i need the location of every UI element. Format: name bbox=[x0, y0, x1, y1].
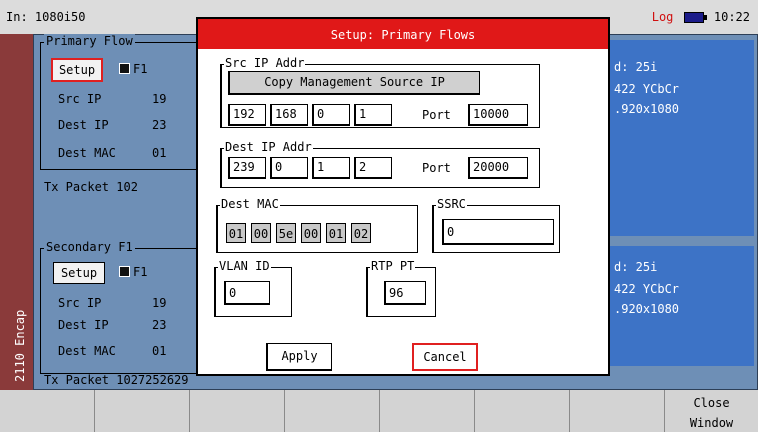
battery-icon bbox=[683, 12, 707, 23]
dest-ip-octet-2[interactable]: 0 bbox=[270, 157, 308, 179]
dest-ip-octet-1[interactable]: 239 bbox=[228, 157, 266, 179]
secondary-info-format: d: 25i bbox=[614, 260, 658, 274]
secondary-tx-packet: Tx Packet 1027252629 bbox=[44, 373, 189, 387]
primary-enable-checkbox[interactable] bbox=[119, 63, 130, 74]
src-ip-octet-3[interactable]: 0 bbox=[312, 104, 350, 126]
src-port-label: Port bbox=[422, 108, 451, 122]
primary-dest-ip-value: 23 bbox=[152, 118, 167, 132]
softkey-5[interactable] bbox=[380, 390, 475, 432]
softkey-bar: Close Window bbox=[0, 390, 758, 432]
log-indicator[interactable]: Log bbox=[652, 10, 674, 24]
primary-info-resolution: .920x1080 bbox=[614, 102, 680, 116]
close-window-line2: Window bbox=[689, 416, 734, 430]
primary-src-ip-value: 19 bbox=[152, 92, 167, 106]
dest-mac-byte-6[interactable]: 02 bbox=[351, 223, 371, 243]
primary-checkbox-label: F1 bbox=[133, 62, 148, 76]
input-format: In: 1080i50 bbox=[6, 10, 86, 24]
status-right: Log 10:22 bbox=[652, 10, 750, 24]
src-port-field[interactable]: 10000 bbox=[468, 104, 528, 126]
secondary-src-ip-value: 19 bbox=[152, 296, 167, 310]
dest-mac-byte-2[interactable]: 00 bbox=[251, 223, 271, 243]
primary-info-format: d: 25i bbox=[614, 60, 658, 74]
secondary-enable-checkbox[interactable] bbox=[119, 266, 130, 277]
rtp-pt-field[interactable]: 96 bbox=[384, 281, 426, 305]
clock: 10:22 bbox=[713, 10, 750, 24]
vlan-field[interactable]: 0 bbox=[224, 281, 270, 305]
dest-mac-byte-3[interactable]: 5e bbox=[276, 223, 296, 243]
src-ip-octet-2[interactable]: 168 bbox=[270, 104, 308, 126]
dest-mac-byte-1[interactable]: 01 bbox=[226, 223, 246, 243]
dest-mac-group-title: Dest MAC bbox=[220, 197, 280, 211]
secondary-info-resolution: .920x1080 bbox=[614, 302, 680, 316]
dest-ip-octet-3[interactable]: 1 bbox=[312, 157, 350, 179]
primary-src-ip-label: Src IP bbox=[58, 92, 102, 106]
dialog-title: Setup: Primary Flows bbox=[198, 19, 608, 49]
secondary-dest-mac-label: Dest MAC bbox=[58, 344, 116, 358]
primary-dest-ip-label: Dest IP bbox=[58, 118, 109, 132]
side-tab-label: 2110 Encap bbox=[13, 309, 27, 382]
cancel-button[interactable]: Cancel bbox=[412, 343, 478, 371]
primary-dest-mac-label: Dest MAC bbox=[58, 146, 116, 160]
softkey-1[interactable] bbox=[0, 390, 95, 432]
secondary-flow-title: Secondary F1 bbox=[44, 240, 135, 254]
secondary-src-ip-label: Src IP bbox=[58, 296, 102, 310]
primary-flow-title: Primary Flow bbox=[44, 34, 135, 48]
dest-mac-byte-5[interactable]: 01 bbox=[326, 223, 346, 243]
secondary-setup-button[interactable]: Setup bbox=[53, 262, 105, 284]
ssrc-field[interactable]: 0 bbox=[442, 219, 554, 245]
apply-button[interactable]: Apply bbox=[266, 343, 332, 371]
ssrc-group-title: SSRC bbox=[436, 197, 467, 211]
secondary-info-sampling: 422 YCbCr bbox=[614, 282, 680, 296]
primary-info-sampling: 422 YCbCr bbox=[614, 82, 680, 96]
src-ip-group-title: Src IP Addr bbox=[224, 56, 306, 70]
softkey-4[interactable] bbox=[285, 390, 380, 432]
secondary-dest-ip-label: Dest IP bbox=[58, 318, 109, 332]
primary-setup-button[interactable]: Setup bbox=[51, 58, 103, 82]
secondary-dest-ip-value: 23 bbox=[152, 318, 167, 332]
copy-management-ip-button[interactable]: Copy Management Source IP bbox=[228, 71, 480, 95]
secondary-info-panel: d: 25i 422 YCbCr .920x1080 bbox=[600, 246, 754, 366]
src-ip-octet-1[interactable]: 192 bbox=[228, 104, 266, 126]
softkey-6[interactable] bbox=[475, 390, 570, 432]
close-window-softkey[interactable]: Close Window bbox=[665, 390, 758, 432]
softkey-3[interactable] bbox=[190, 390, 285, 432]
primary-tx-packet: Tx Packet 102 bbox=[44, 180, 138, 194]
softkey-2[interactable] bbox=[95, 390, 190, 432]
dest-mac-byte-4[interactable]: 00 bbox=[301, 223, 321, 243]
primary-info-panel: d: 25i 422 YCbCr .920x1080 bbox=[600, 40, 754, 236]
dest-port-label: Port bbox=[422, 161, 451, 175]
softkey-7[interactable] bbox=[570, 390, 665, 432]
vlan-group-title: VLAN ID bbox=[218, 259, 271, 273]
secondary-dest-mac-value: 01 bbox=[152, 344, 167, 358]
side-tab-2110-encap[interactable]: 2110 Encap bbox=[0, 34, 33, 390]
dest-ip-octet-4[interactable]: 2 bbox=[354, 157, 392, 179]
dest-port-field[interactable]: 20000 bbox=[468, 157, 528, 179]
rtp-pt-group-title: RTP PT bbox=[370, 259, 416, 273]
dest-ip-group-title: Dest IP Addr bbox=[224, 140, 313, 154]
setup-dialog: Setup: Primary Flows Src IP Addr Copy Ma… bbox=[196, 17, 610, 376]
secondary-checkbox-label: F1 bbox=[133, 265, 148, 279]
primary-dest-mac-value: 01 bbox=[152, 146, 167, 160]
src-ip-octet-4[interactable]: 1 bbox=[354, 104, 392, 126]
close-window-line1: Close bbox=[693, 396, 730, 410]
